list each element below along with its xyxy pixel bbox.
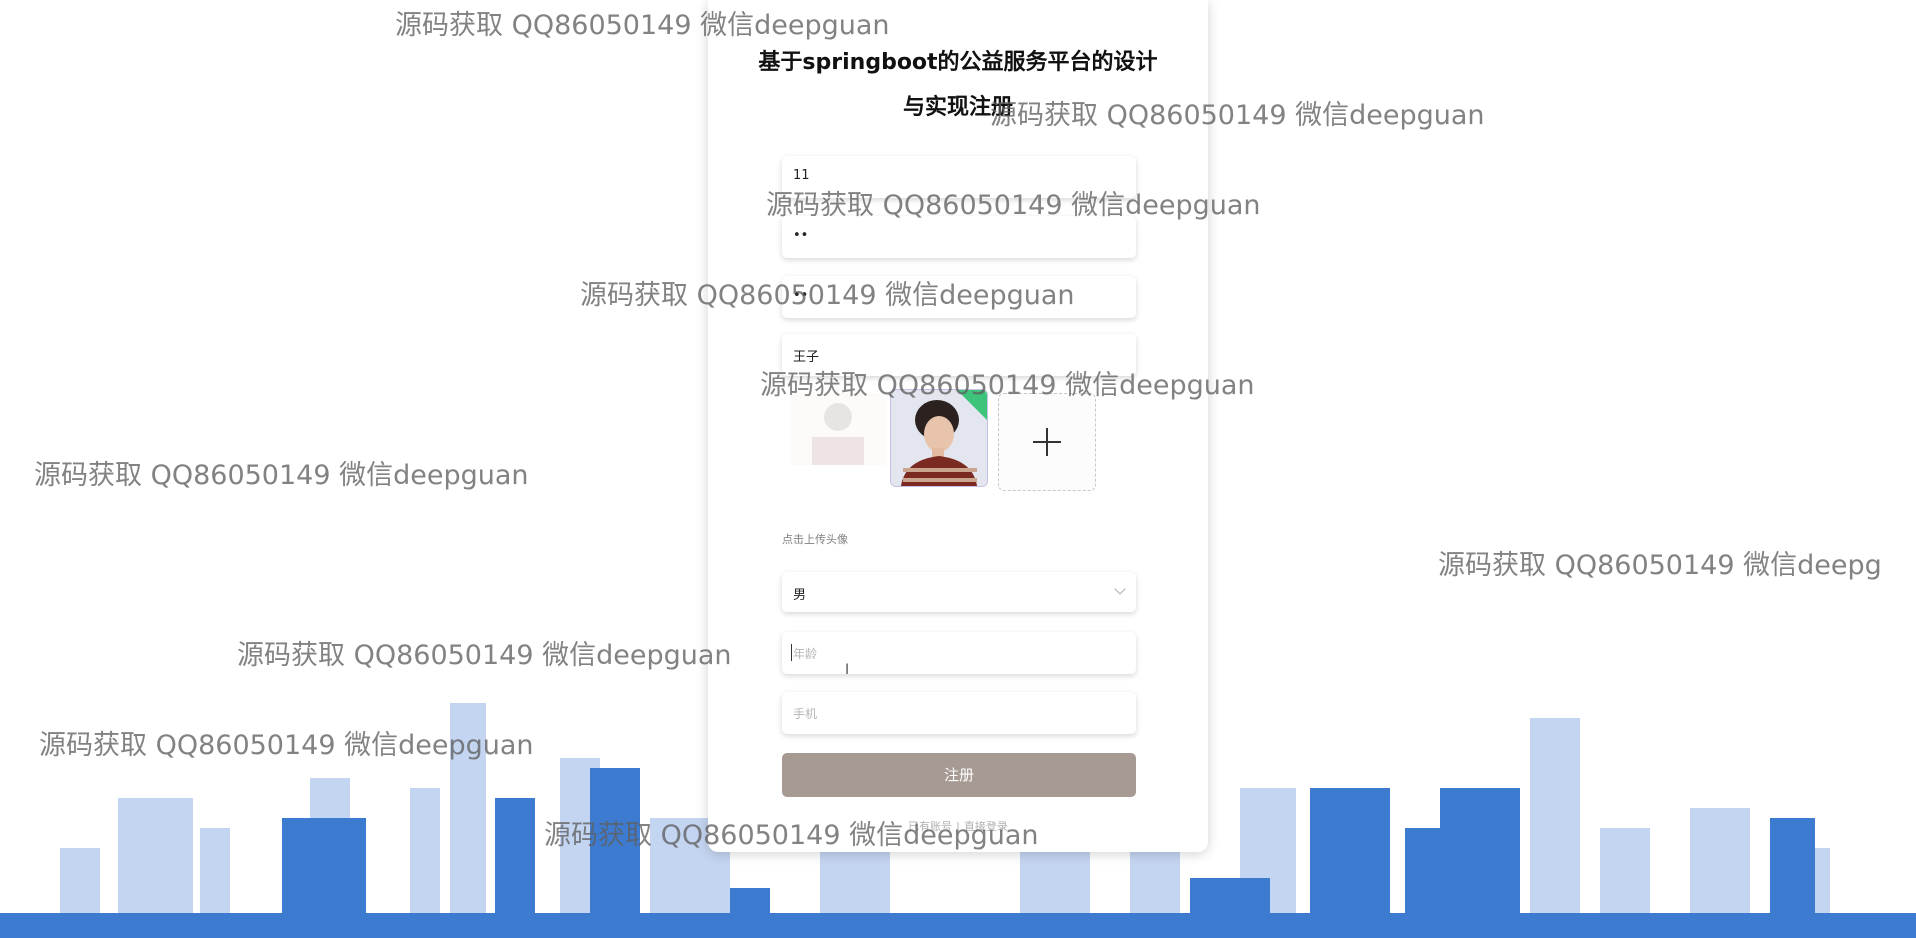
- phone-placeholder: 手机: [793, 707, 818, 721]
- gender-select[interactable]: 男: [782, 572, 1136, 612]
- register-card: 基于springboot的公益服务平台的设计与实现注册 11 •• •• 王子: [708, 0, 1208, 852]
- watermark-text: 源码获取 QQ86050149 微信deepguan: [34, 460, 529, 491]
- text-caret: [791, 644, 792, 661]
- account-field[interactable]: 11: [782, 156, 1136, 198]
- avatar-upload-hint[interactable]: 点击上传头像: [782, 531, 848, 547]
- name-field[interactable]: 王子: [782, 334, 1136, 376]
- register-button[interactable]: 注册: [782, 753, 1136, 797]
- confirm-password-value: ••: [793, 288, 809, 303]
- password-field[interactable]: ••: [782, 216, 1136, 258]
- gender-value: 男: [793, 588, 807, 603]
- login-prefix: 已有账号: [908, 820, 953, 833]
- watermark-text-partial: 源码获取 QQ86050149 微信deepg: [1438, 550, 1882, 581]
- chevron-down-icon: [1114, 583, 1126, 595]
- age-field[interactable]: 年龄 I: [782, 632, 1136, 678]
- password-value: ••: [793, 228, 809, 243]
- text-cursor-icon: I: [845, 662, 850, 678]
- phone-field[interactable]: 手机: [782, 692, 1136, 734]
- age-placeholder: 年龄: [793, 647, 818, 661]
- name-value: 王子: [793, 350, 820, 365]
- login-links: 已有账号 | 直接登录: [908, 820, 1008, 833]
- confirm-password-field[interactable]: ••: [782, 276, 1136, 318]
- page-title: 基于springboot的公益服务平台的设计与实现注册: [758, 50, 1158, 120]
- avatar-preview-faded: [790, 393, 886, 465]
- watermark-text: 源码获取 QQ86050149 微信deepguan: [237, 640, 732, 671]
- login-link[interactable]: 直接登录: [964, 820, 1008, 833]
- account-value: 11: [793, 168, 810, 183]
- uploaded-avatar[interactable]: [890, 389, 988, 487]
- avatar-upload-button[interactable]: [998, 393, 1096, 491]
